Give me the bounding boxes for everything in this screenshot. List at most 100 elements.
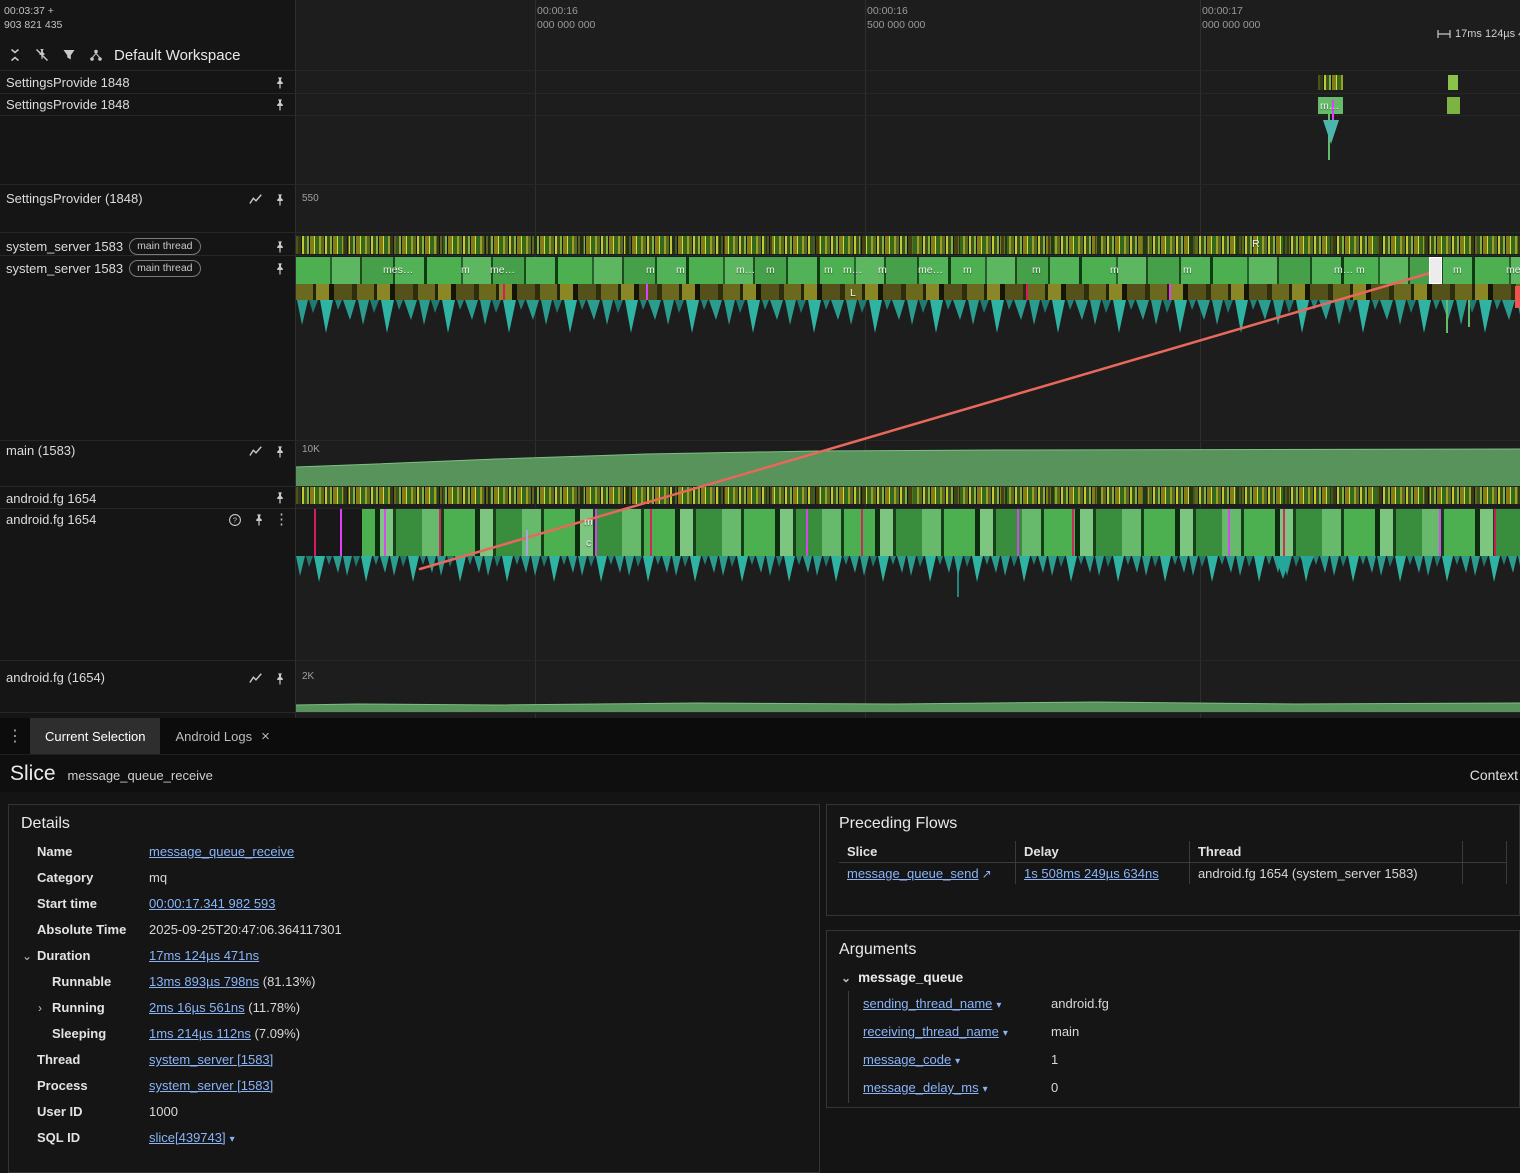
detail-row-category: Category mq	[37, 870, 168, 885]
pin-icon[interactable]	[271, 191, 289, 209]
tab-label: Current Selection	[45, 728, 146, 744]
track-row-settingsprovider-counter[interactable]: SettingsProvider (1848)	[0, 186, 295, 230]
chart-icon[interactable]	[247, 443, 265, 461]
detail-row-start-time: Start time 00:00:17.341 982 593	[37, 896, 276, 911]
unpin-all-icon[interactable]	[33, 46, 51, 64]
pin-icon[interactable]	[250, 511, 268, 529]
flame-pattern	[296, 556, 1520, 584]
preceding-flows-title: Preceding Flows	[839, 815, 958, 832]
expand-chevron-icon[interactable]: ⌄	[22, 943, 32, 969]
process-link[interactable]: system_server [1583]	[149, 1078, 273, 1093]
col-header-slice: Slice	[839, 841, 1017, 863]
pin-icon[interactable]	[271, 489, 289, 507]
collapse-chevron-icon[interactable]: ›	[38, 995, 42, 1021]
argument-key-link[interactable]: receiving_thread_name	[863, 1024, 999, 1039]
argument-group[interactable]: ⌄ message_queue	[827, 965, 1519, 991]
bottom-panel: ⋮ Current Selection Android Logs × Slice…	[0, 718, 1520, 1173]
track-separator	[0, 115, 1520, 116]
time-tick: 00:00:17 000 000 000	[1202, 5, 1261, 31]
track-row-system-server-2[interactable]: system_server 1583 main thread	[0, 258, 295, 279]
track-separator	[0, 712, 1520, 713]
argument-value: android.fg	[1051, 996, 1109, 1011]
trace-slice	[1447, 97, 1460, 114]
dropdown-caret-icon[interactable]: ▾	[951, 1056, 960, 1067]
running-link[interactable]: 2ms 16µs 561ns	[149, 1000, 245, 1015]
trace-slice	[1448, 75, 1458, 90]
workspace-title[interactable]: Default Workspace	[114, 47, 240, 64]
duration-link[interactable]: 17ms 124µs 471ns	[149, 948, 259, 963]
slice-name-link[interactable]: message_queue_receive	[149, 844, 294, 859]
detail-row-sleeping: Sleeping 1ms 214µs 112ns (7.09%)	[52, 1026, 301, 1041]
dropdown-caret-icon[interactable]: ▾	[992, 1000, 1001, 1011]
dropdown-caret-icon[interactable]: ▾	[999, 1028, 1008, 1039]
collapse-tracks-icon[interactable]	[6, 46, 24, 64]
selection-name: message_queue_receive	[67, 768, 213, 783]
flame-pattern	[296, 300, 1520, 336]
track-label: android.fg 1654	[6, 512, 97, 527]
expand-chevron-icon[interactable]: ⌄	[841, 965, 851, 991]
flow-slice-link[interactable]: message_queue_send	[847, 866, 979, 881]
start-time-link[interactable]: 00:00:17.341 982 593	[149, 896, 276, 911]
col-header-empty	[1462, 841, 1507, 863]
gridline	[535, 0, 536, 718]
pin-icon[interactable]	[271, 96, 289, 114]
chart-icon[interactable]	[247, 670, 265, 688]
pin-icon[interactable]	[271, 260, 289, 278]
argument-row: receiving_thread_name ▾ main	[863, 1019, 1519, 1047]
trace-time-offset: 00:03:37 + 903 821 435	[4, 5, 63, 31]
main-thread-chip: main thread	[129, 238, 201, 255]
tab-android-logs[interactable]: Android Logs ×	[160, 718, 284, 754]
main-thread-chip: main thread	[129, 260, 201, 277]
contextual-options[interactable]: Context	[1470, 767, 1518, 783]
slice-track-gap	[296, 509, 362, 556]
runnable-link[interactable]: 13ms 893µs 798ns	[149, 974, 259, 989]
selected-slice[interactable]	[1429, 257, 1442, 284]
thread-state-strip	[296, 487, 1520, 504]
argument-key-link[interactable]: message_code	[863, 1052, 951, 1067]
track-label: android.fg (1654)	[6, 670, 106, 685]
track-separator	[0, 232, 1520, 233]
thread-link[interactable]: system_server [1583]	[149, 1052, 273, 1067]
pin-icon[interactable]	[271, 74, 289, 92]
track-label: system_server 1583	[6, 261, 124, 276]
workspace-icon[interactable]	[87, 46, 105, 64]
track-row-androidfg-counter[interactable]: android.fg (1654)	[0, 665, 295, 709]
chart-icon[interactable]	[247, 191, 265, 209]
argument-value: main	[1051, 1024, 1080, 1039]
time-tick: 00:00:16 000 000 000	[537, 5, 596, 31]
track-row-settingsprovide-pinned-2[interactable]: SettingsProvide 1848	[0, 94, 295, 115]
argument-value: 1	[1051, 1052, 1059, 1067]
close-icon[interactable]: ×	[261, 729, 270, 744]
col-header-delay: Delay	[1015, 841, 1190, 863]
detail-row-thread: Thread system_server [1583]	[37, 1052, 274, 1067]
filter-icon[interactable]	[60, 46, 78, 64]
time-tick: 00:00:16 500 000 000	[867, 5, 926, 31]
help-icon[interactable]	[226, 511, 244, 529]
pin-icon[interactable]	[271, 238, 289, 256]
selection-kind: Slice	[10, 762, 56, 785]
dropdown-caret-icon[interactable]: ▾	[979, 1084, 988, 1095]
details-card: Details Name message_queue_receive Categ…	[8, 804, 820, 1173]
argument-key-link[interactable]: message_delay_ms	[863, 1080, 979, 1095]
track-row-system-server-1[interactable]: system_server 1583 main thread	[0, 236, 295, 257]
track-row-settingsprovide-pinned-1[interactable]: SettingsProvide 1848	[0, 72, 295, 93]
dropdown-caret-icon[interactable]: ▾	[226, 1134, 235, 1145]
track-row-androidfg-2[interactable]: android.fg 1654 ⋮	[0, 509, 295, 530]
detail-row-running: › Running 2ms 16µs 561ns (11.78%)	[9, 995, 819, 1021]
track-row-androidfg-1[interactable]: android.fg 1654	[0, 488, 295, 508]
sleeping-link[interactable]: 1ms 214µs 112ns	[149, 1026, 251, 1041]
selection-duration: 17ms 124µs 471ns	[1437, 28, 1520, 40]
more-options-icon[interactable]: ⋮	[274, 511, 289, 529]
flow-delay-link[interactable]: 1s 508ms 249µs 634ns	[1024, 866, 1159, 881]
arguments-card: Arguments ⌄ message_queue sending_thread…	[826, 930, 1520, 1108]
sql-id-link[interactable]: slice[439743]	[149, 1130, 226, 1145]
tab-current-selection[interactable]: Current Selection	[30, 718, 161, 754]
pin-icon[interactable]	[271, 443, 289, 461]
col-header-thread: Thread	[1189, 841, 1464, 863]
tab-menu-icon[interactable]: ⋮	[0, 718, 30, 754]
pin-icon[interactable]	[271, 670, 289, 688]
slice-track-depth2	[296, 284, 1520, 300]
track-row-main-counter[interactable]: main (1583)	[0, 438, 295, 482]
argument-key-link[interactable]: sending_thread_name	[863, 996, 992, 1011]
slice-track	[296, 257, 1520, 284]
